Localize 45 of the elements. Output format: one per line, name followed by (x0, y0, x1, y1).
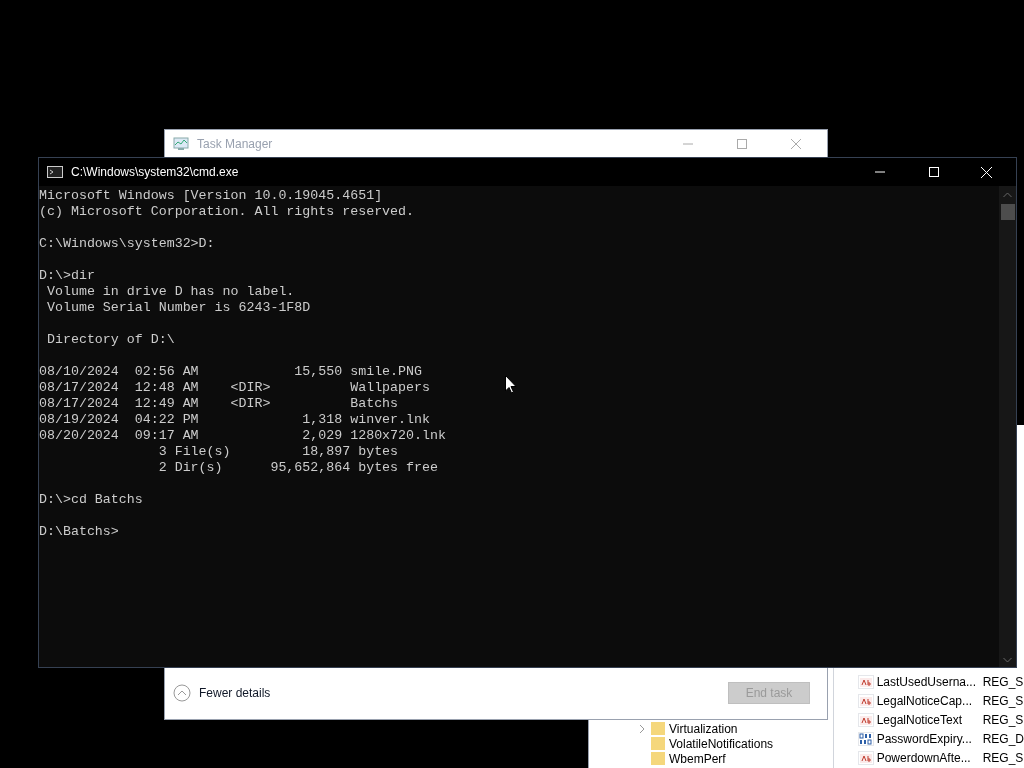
console-line: Directory of D:\ (45, 332, 175, 348)
value-type: REG_S (982, 673, 1024, 691)
value-type: REG_S (982, 711, 1024, 729)
console-line: C:\Windows\system32>D: (39, 236, 215, 252)
console-line: Volume Serial Number is 6243-1F8D (45, 300, 311, 316)
chevron-up-icon (173, 683, 191, 702)
window-title: Task Manager (197, 136, 273, 153)
value-name[interactable]: LegalNoticeCap... (876, 691, 980, 710)
folder-icon (651, 722, 665, 735)
task-manager-icon (173, 137, 189, 151)
folder-icon (651, 737, 665, 750)
mouse-pointer-icon (505, 375, 517, 394)
value-name[interactable]: LastUsedUserna... (876, 672, 980, 691)
value-name[interactable]: PasswordExpiry... (876, 729, 980, 748)
scroll-down-icon[interactable] (1003, 657, 1012, 663)
value-type: REG_S (982, 749, 1024, 767)
value-name[interactable]: PowerdownAfte... (876, 748, 980, 767)
value-name[interactable]: LegalNoticeText (876, 710, 980, 729)
console-line: 08/17/2024 12:49 AM <DIR> Batchs (39, 396, 399, 412)
console-line: 08/10/2024 02:56 AM 15,550 smile.PNG (39, 364, 422, 380)
console-line: 08/19/2024 04:22 PM 1,318 winver.lnk (39, 412, 430, 428)
value-type: REG_D (982, 730, 1024, 748)
scrollbar[interactable] (999, 186, 1016, 667)
console-line: 08/17/2024 12:48 AM <DIR> Wallpapers (39, 380, 430, 396)
console-line: 08/20/2024 09:17 AM 2,029 1280x720.lnk (39, 428, 446, 444)
window-title: C:\Windows\system32\cmd.exe (71, 164, 239, 181)
folder-icon (651, 752, 665, 765)
console-line: D:\>cd Batchs (39, 492, 143, 508)
console-line: (c) Microsoft Corporation. All rights reserved. (39, 204, 415, 220)
binary-value-icon (857, 731, 874, 746)
value-type: REG_S (982, 692, 1024, 710)
console-line: 2 Dir(s) 95,652,864 bytes free (157, 460, 438, 476)
console-line: D:\>dir (39, 268, 95, 284)
scroll-thumb[interactable] (1000, 204, 1015, 220)
string-value-icon (857, 674, 874, 689)
console-icon (47, 166, 63, 178)
fewer-details-button[interactable]: Fewer details (173, 683, 271, 702)
string-value-icon (857, 750, 874, 765)
console-line: Volume in drive D has no label. (45, 284, 295, 300)
scroll-up-icon[interactable] (1003, 192, 1012, 198)
console-line: Microsoft Windows [Version 10.0.19045.4651] (39, 188, 383, 204)
string-value-icon (857, 712, 874, 727)
console-line: D:\Batchs> (39, 524, 119, 540)
console-line: 3 File(s) 18,897 bytes (157, 444, 399, 460)
string-value-icon (857, 693, 874, 708)
